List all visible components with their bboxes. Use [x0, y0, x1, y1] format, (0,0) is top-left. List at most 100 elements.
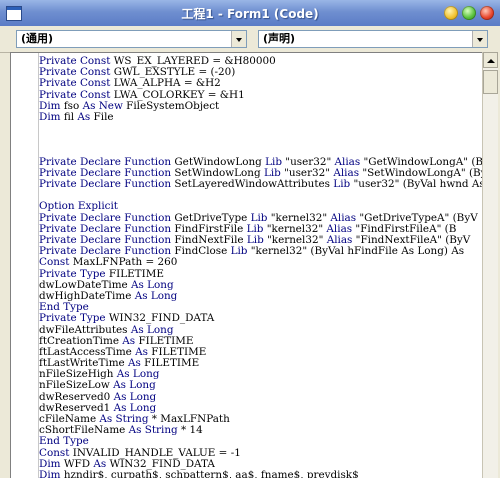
code-text: dwReserved1 — [39, 401, 114, 414]
code-keyword: Private Const — [39, 66, 111, 79]
code-keyword: Private Declare Function — [39, 178, 172, 191]
code-combo-bar: (通用) (声明) — [0, 26, 500, 53]
code-keyword: Lib — [333, 178, 351, 191]
code-text: FindNextFile — [171, 234, 247, 246]
code-text: WFD — [60, 457, 94, 470]
code-text: nFileSizeLow — [39, 379, 114, 392]
procedure-dropdown-value: (声明) — [263, 32, 296, 45]
window-title: 工程1 - Form1 (Code) — [181, 7, 319, 21]
code-text: "kernel32" — [263, 222, 327, 235]
code-text: nFileSizeHigh — [39, 368, 117, 381]
chevron-down-icon[interactable] — [231, 31, 246, 47]
code-keyword: Private Declare Function — [39, 166, 172, 179]
code-text: dwFileAttributes — [39, 323, 131, 336]
code-keyword: Const — [39, 256, 70, 269]
code-keyword: Private Declare Function — [39, 211, 172, 224]
code-keyword: Dim — [39, 457, 61, 470]
code-text: FILETIME — [105, 267, 164, 280]
code-keyword: Lib — [246, 234, 264, 246]
code-keyword: Alias — [333, 166, 360, 179]
code-text: fil — [60, 110, 78, 123]
code-text: LWA_COLORKEY = &H1 — [110, 88, 245, 101]
code-keyword: As Long — [130, 323, 174, 336]
code-keyword: Dim — [39, 468, 61, 478]
code-keyword: As Long — [134, 289, 178, 302]
code-keyword: Lib — [230, 245, 248, 258]
code-line[interactable]: Private Declare Function SetLayeredWindo… — [39, 178, 483, 191]
code-keyword: End Type — [39, 301, 89, 314]
code-text: MaxLFNPath = 260 — [69, 256, 178, 269]
code-keyword: Option Explicit — [39, 200, 118, 213]
code-keyword: Alias — [330, 211, 357, 224]
code-keyword: As Long — [113, 379, 156, 392]
code-text: "FindFirstFileA" (B — [352, 222, 457, 235]
code-text: dwLowDateTime — [39, 278, 132, 291]
code-line[interactable]: dwHighDateTime As Long — [39, 289, 483, 302]
maximize-button[interactable] — [462, 6, 476, 20]
scroll-up-icon[interactable] — [483, 52, 498, 68]
minimize-button[interactable] — [444, 6, 458, 20]
code-keyword: As — [122, 334, 136, 347]
code-keyword: As Long — [113, 401, 157, 414]
code-text-area[interactable]: Private Const WS_EX_LAYERED = &H80000 Pri… — [39, 56, 483, 478]
code-text: * 14 — [177, 424, 203, 437]
code-keyword: Lib — [246, 222, 264, 235]
code-keyword: Private Declare Function — [39, 234, 172, 246]
code-text: LWA_ALPHA = &H2 — [110, 77, 221, 90]
code-text: "FindNextFileA" (ByV — [352, 234, 471, 246]
code-text: "kernel32" (ByVal hFindFile As Long) As — [247, 245, 465, 258]
code-line[interactable]: Dim hzndir$, curpath$, schpattern$, aa$,… — [39, 468, 483, 478]
code-window: 工程1 - Form1 (Code) (通用) (声明) Private Con… — [0, 0, 500, 478]
code-text: "SetWindowLongA" (ByV — [359, 166, 483, 179]
code-text: cShortFileName — [39, 424, 129, 437]
code-text: FindClose — [171, 245, 231, 258]
code-keyword: Private Declare Function — [39, 245, 172, 258]
code-text: "user32" (ByVal hwnd As — [350, 178, 483, 191]
code-keyword: As — [77, 110, 91, 123]
code-text: INVALID_HANDLE_VALUE = -1 — [69, 446, 241, 459]
code-text: ftCreationTime — [39, 334, 123, 347]
code-text: GetWindowLong — [171, 155, 266, 168]
code-keyword: Private Declare Function — [39, 222, 172, 235]
chevron-down-icon[interactable] — [472, 31, 487, 47]
code-keyword: As New — [82, 99, 123, 112]
code-keyword: Dim — [39, 110, 61, 123]
code-text: File — [90, 110, 114, 123]
code-text: SetLayeredWindowAttributes — [171, 178, 334, 191]
object-dropdown-value: (通用) — [21, 32, 54, 45]
code-keyword: Private Type — [39, 312, 106, 325]
code-keyword: As — [135, 345, 148, 358]
code-keyword: As String — [128, 424, 178, 437]
close-button[interactable] — [480, 6, 494, 20]
code-keyword: Private Const — [39, 77, 111, 90]
editor-gutter[interactable] — [11, 53, 39, 478]
code-text: "kernel32" — [263, 234, 327, 246]
code-text: ftLastWriteTime — [39, 357, 129, 370]
code-keyword: Alias — [326, 234, 353, 246]
code-text: WIN32_FIND_DATA — [106, 457, 215, 470]
code-text: WIN32_FIND_DATA — [105, 312, 215, 325]
code-text: ftLastAccessTime — [39, 345, 136, 358]
code-line[interactable] — [39, 134, 483, 145]
code-text: * MaxLFNPath — [148, 413, 230, 425]
code-keyword: End Type — [39, 435, 89, 448]
code-keyword: Private Declare Function — [39, 155, 172, 168]
code-line[interactable] — [39, 123, 483, 134]
code-text: dwReserved0 — [39, 390, 114, 403]
title-bar[interactable]: 工程1 - Form1 (Code) — [0, 0, 500, 26]
vertical-scrollbar[interactable] — [482, 52, 499, 478]
code-keyword: Alias — [326, 222, 353, 235]
procedure-dropdown[interactable]: (声明) — [258, 30, 488, 48]
code-text: FileSystemObject — [122, 99, 220, 112]
code-text: hzndir$, curpath$, schpattern$, aa$, fna… — [60, 468, 359, 478]
code-editor[interactable]: Private Const WS_EX_LAYERED = &H80000 Pri… — [10, 52, 483, 478]
code-text: GWL_EXSTYLE = (-20) — [110, 66, 236, 79]
scroll-thumb[interactable] — [483, 70, 498, 94]
code-line[interactable]: Dim fil As File — [39, 110, 483, 123]
object-dropdown[interactable]: (通用) — [16, 30, 247, 48]
code-keyword: Private Const — [39, 88, 111, 101]
code-line[interactable]: cShortFileName As String * 14 — [39, 425, 483, 436]
code-text: SetWindowLong — [171, 166, 264, 179]
code-text: FILETIME — [140, 357, 200, 370]
code-keyword: As Long — [116, 368, 160, 381]
